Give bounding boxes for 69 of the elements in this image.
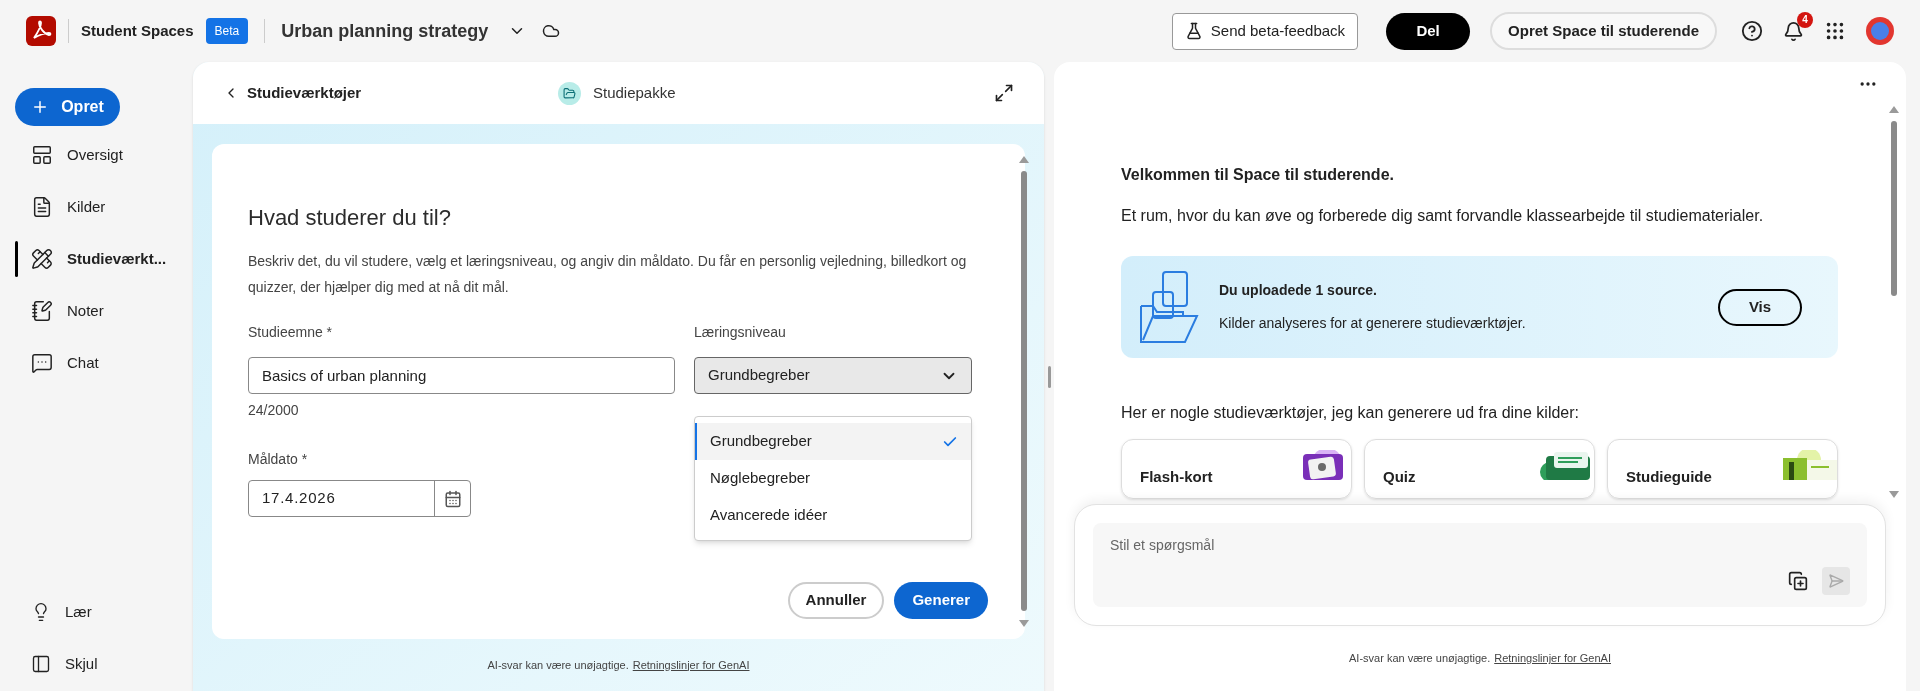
flask-icon bbox=[1184, 22, 1203, 40]
notification-count: 4 bbox=[1797, 11, 1813, 28]
resize-handle[interactable] bbox=[1047, 365, 1051, 388]
banner-text: Kilder analyseres for at generere studieværktøjer. bbox=[1219, 314, 1526, 333]
layout-icon bbox=[31, 144, 53, 166]
welcome-title: Velkommen til Space til studerende. bbox=[1121, 165, 1395, 185]
tools-heading: Her er nogle studieværktøjer, jeg kan generere ud fra dine kilder: bbox=[1121, 403, 1580, 423]
send-icon bbox=[1828, 573, 1844, 589]
help-icon[interactable] bbox=[1741, 20, 1763, 42]
cancel-button[interactable]: Annuller bbox=[787, 582, 885, 619]
scrollbar-thumb[interactable] bbox=[1891, 121, 1897, 296]
sidebar-item[interactable]: Oversigt bbox=[31, 143, 123, 167]
generate-button[interactable]: Generer bbox=[894, 582, 988, 619]
field-label: Måldato * bbox=[248, 450, 309, 469]
expand-icon[interactable] bbox=[994, 83, 1014, 103]
date-field[interactable]: 17.4.2026 bbox=[248, 480, 471, 517]
guidelines-link[interactable]: Retningslinjer for GenAI bbox=[632, 656, 750, 674]
add-file-icon[interactable] bbox=[1788, 571, 1808, 591]
calendar-icon[interactable] bbox=[443, 489, 462, 508]
disclaimer-text: AI-svar kan være unøjagtige. bbox=[487, 657, 629, 673]
banner-title: Du uploadede 1 source. bbox=[1219, 281, 1378, 300]
sidebar-item[interactable]: Chat bbox=[31, 351, 99, 375]
cloud-icon[interactable] bbox=[542, 22, 561, 40]
apps-grid-icon[interactable] bbox=[1824, 20, 1846, 42]
sidebar-item[interactable]: Studieværkt... bbox=[31, 247, 167, 271]
disclaimer-text: AI-svar kan være unøjagtige. bbox=[1349, 651, 1491, 667]
scroll-down-icon[interactable] bbox=[1889, 491, 1899, 498]
notification-icon[interactable] bbox=[1783, 20, 1804, 42]
folder-icon bbox=[558, 81, 581, 105]
beta-tag: Beta bbox=[205, 18, 249, 44]
pencil-ruler-icon bbox=[31, 248, 53, 270]
scrollbar-thumb[interactable] bbox=[1021, 171, 1027, 611]
level-dropdown[interactable]: Grundbegreber bbox=[694, 357, 972, 394]
create-space-button[interactable]: Opret Space til studerende bbox=[1490, 12, 1717, 50]
package-label: Studiepakke bbox=[593, 82, 676, 103]
document-title: Urban planning strategy bbox=[281, 19, 489, 43]
view-button[interactable]: Vis bbox=[1718, 288, 1802, 326]
tool-card[interactable]: Studieguide bbox=[1607, 439, 1838, 499]
create-button[interactable]: Opret bbox=[15, 88, 120, 126]
scroll-down-icon[interactable] bbox=[1019, 620, 1029, 627]
dropdown-option[interactable]: Grundbegreber bbox=[695, 423, 971, 460]
form-title: Hvad studerer du til? bbox=[248, 204, 452, 232]
share-button[interactable]: Del bbox=[1386, 12, 1471, 50]
chat-icon bbox=[31, 352, 53, 374]
sidebar-item[interactable]: Noter bbox=[31, 299, 104, 323]
document-icon bbox=[31, 196, 53, 218]
sidebar-item[interactable]: Kilder bbox=[31, 195, 106, 219]
notebook-icon bbox=[31, 300, 53, 322]
sidebar-item[interactable]: Skjul bbox=[31, 649, 193, 679]
form-description: Beskriv det, du vil studere, vælg et læringsniveau, og angiv din måldato. Du får en personlig vejledning, billedkort og quizzer, der hjælper dig med at nå dit mål. bbox=[248, 252, 968, 297]
scroll-up-icon[interactable] bbox=[1889, 106, 1899, 113]
sidebar-item[interactable]: Lær bbox=[31, 597, 193, 627]
panel-icon bbox=[31, 654, 51, 674]
field-label: Læringsniveau bbox=[694, 323, 787, 342]
back-link[interactable]: Studieværktøjer bbox=[223, 81, 362, 105]
tool-card[interactable]: Quiz bbox=[1364, 439, 1595, 499]
feedback-button[interactable]: Send beta-feedback bbox=[1171, 12, 1359, 50]
dropdown-option[interactable]: Nøglebegreber bbox=[695, 460, 971, 497]
scroll-up-icon[interactable] bbox=[1019, 156, 1029, 163]
app-logo[interactable] bbox=[26, 16, 56, 46]
topic-field[interactable]: Basics of urban planning bbox=[248, 357, 675, 394]
guidelines-link[interactable]: Retningslinjer for GenAI bbox=[1494, 650, 1611, 667]
avatar[interactable] bbox=[1866, 17, 1894, 45]
welcome-text: Et rum, hvor du kan øve og forberede dig samt forvandle klassearbejde til studiematerialer. bbox=[1121, 206, 1765, 226]
app-name: Student Spaces bbox=[81, 20, 194, 41]
field-label: Studieemne * bbox=[248, 323, 334, 342]
character-counter: 24/2000 bbox=[248, 401, 300, 420]
tool-card[interactable]: Flash-kort bbox=[1121, 439, 1352, 499]
dropdown-option[interactable]: Avancerede idéer bbox=[695, 497, 971, 534]
